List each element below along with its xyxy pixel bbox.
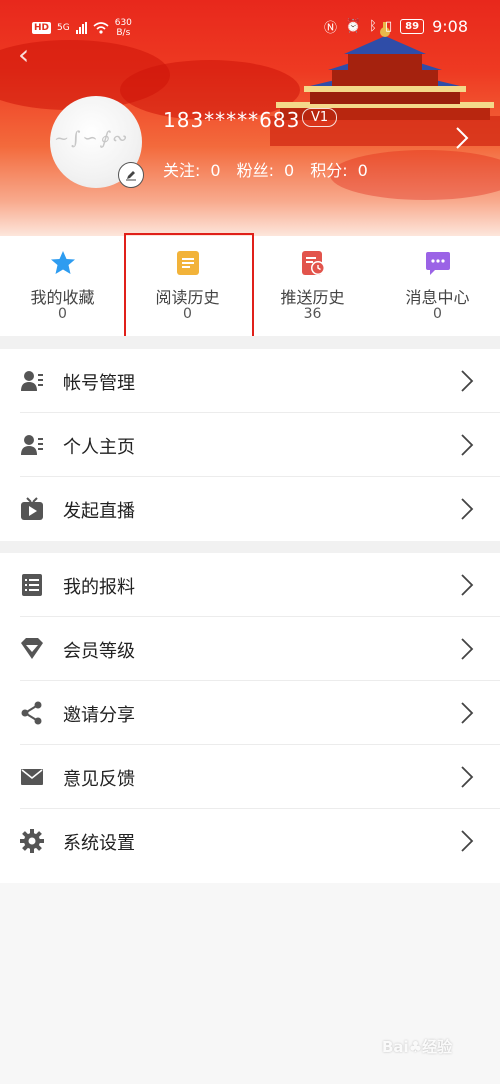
message-center-tile[interactable]: 消息中心 0 xyxy=(375,236,500,336)
message-icon xyxy=(426,252,450,275)
menu-group-general: 我的报料 会员等级 邀请分享 意见反馈 系统设置 xyxy=(0,553,500,883)
profile-header: HD 5G 630 B/s Ⓝ ⏰ ᛒ ▯ 89 9:08 ‹ ~∫∽∮∾ 18… xyxy=(0,0,500,236)
tile-count: 0 xyxy=(433,306,442,322)
mail-icon xyxy=(21,769,43,785)
level-badge: V1 xyxy=(302,108,338,127)
share-icon xyxy=(21,701,42,725)
chevron-right-icon xyxy=(461,638,474,660)
clock-doc-icon xyxy=(302,251,325,275)
push-history-tile[interactable]: 推送历史 36 xyxy=(250,236,375,336)
chevron-right-icon xyxy=(461,370,474,392)
fans-stat[interactable]: 粉丝: 0 xyxy=(237,157,295,181)
points-stat[interactable]: 积分: 0 xyxy=(310,157,368,181)
profile-stats: 关注: 0 粉丝: 0 积分: 0 xyxy=(163,157,368,181)
username: 183*****683 xyxy=(163,108,301,132)
star-icon xyxy=(51,251,75,274)
menu-item-start-live[interactable]: 发起直播 xyxy=(0,477,500,541)
menu-item-feedback[interactable]: 意见反馈 xyxy=(0,745,500,809)
section-separator xyxy=(0,336,500,349)
chevron-right-icon xyxy=(461,702,474,724)
live-tv-icon xyxy=(21,497,43,520)
chevron-right-icon xyxy=(461,574,474,596)
gear-icon xyxy=(20,829,44,853)
menu-item-label: 我的报料 xyxy=(63,577,135,598)
chevron-right-icon xyxy=(461,434,474,456)
tile-count: 36 xyxy=(303,306,322,322)
tile-label: 推送历史 xyxy=(280,288,345,307)
menu-item-label: 帐号管理 xyxy=(63,373,135,394)
avatar-calligraphy: ~∫∽∮∾ xyxy=(54,128,129,149)
menu-item-label: 发起直播 xyxy=(63,501,135,522)
back-arrow-icon[interactable]: ‹ xyxy=(18,38,29,71)
chevron-right-icon xyxy=(461,830,474,852)
menu-item-account-management[interactable]: 帐号管理 xyxy=(0,349,500,413)
list-icon xyxy=(22,574,42,596)
hd-badge: HD xyxy=(32,22,52,34)
menu-item-label: 个人主页 xyxy=(63,437,135,458)
edit-avatar-icon[interactable] xyxy=(118,162,144,188)
clock: 9:08 xyxy=(432,17,468,36)
profile-icon xyxy=(21,435,43,455)
menu-item-label: 会员等级 xyxy=(63,641,135,662)
tile-count: 0 xyxy=(58,306,67,322)
net-speed: 630 B/s xyxy=(114,18,132,38)
menu-group-account: 帐号管理 个人主页 发起直播 xyxy=(0,349,500,541)
wifi-icon xyxy=(93,22,109,34)
signal-icon xyxy=(75,22,87,34)
chevron-right-icon xyxy=(461,766,474,788)
menu-item-system-settings[interactable]: 系统设置 xyxy=(0,809,500,873)
account-icon xyxy=(21,371,43,391)
menu-item-personal-homepage[interactable]: 个人主页 xyxy=(0,413,500,477)
tile-label: 我的收藏 xyxy=(30,288,95,307)
vibrate-icon: ▯ xyxy=(384,19,393,34)
baidu-jingyan-watermark: Bai♣经验 xyxy=(382,1038,453,1056)
nfc-icon: Ⓝ xyxy=(323,21,337,36)
follow-stat[interactable]: 关注: 0 xyxy=(163,157,221,181)
menu-item-invite-share[interactable]: 邀请分享 xyxy=(0,681,500,745)
chevron-right-icon[interactable] xyxy=(455,126,469,150)
tile-label: 消息中心 xyxy=(405,288,470,307)
menu-item-my-reports[interactable]: 我的报料 xyxy=(0,553,500,617)
diamond-icon xyxy=(21,638,43,659)
menu-item-label: 邀请分享 xyxy=(63,705,135,726)
network-type: 5G xyxy=(57,23,70,33)
favorites-tile[interactable]: 我的收藏 0 xyxy=(0,236,125,336)
status-bar: HD 5G 630 B/s Ⓝ ⏰ ᛒ ▯ 89 9:08 xyxy=(0,14,500,44)
alarm-icon: ⏰ xyxy=(344,19,362,34)
battery-icon: 89 xyxy=(400,19,425,34)
menu-item-label: 意见反馈 xyxy=(63,769,135,790)
menu-item-membership-level[interactable]: 会员等级 xyxy=(0,617,500,681)
bluetooth-icon: ᛒ xyxy=(369,19,377,34)
chevron-right-icon xyxy=(461,498,474,520)
menu-item-label: 系统设置 xyxy=(63,833,135,854)
